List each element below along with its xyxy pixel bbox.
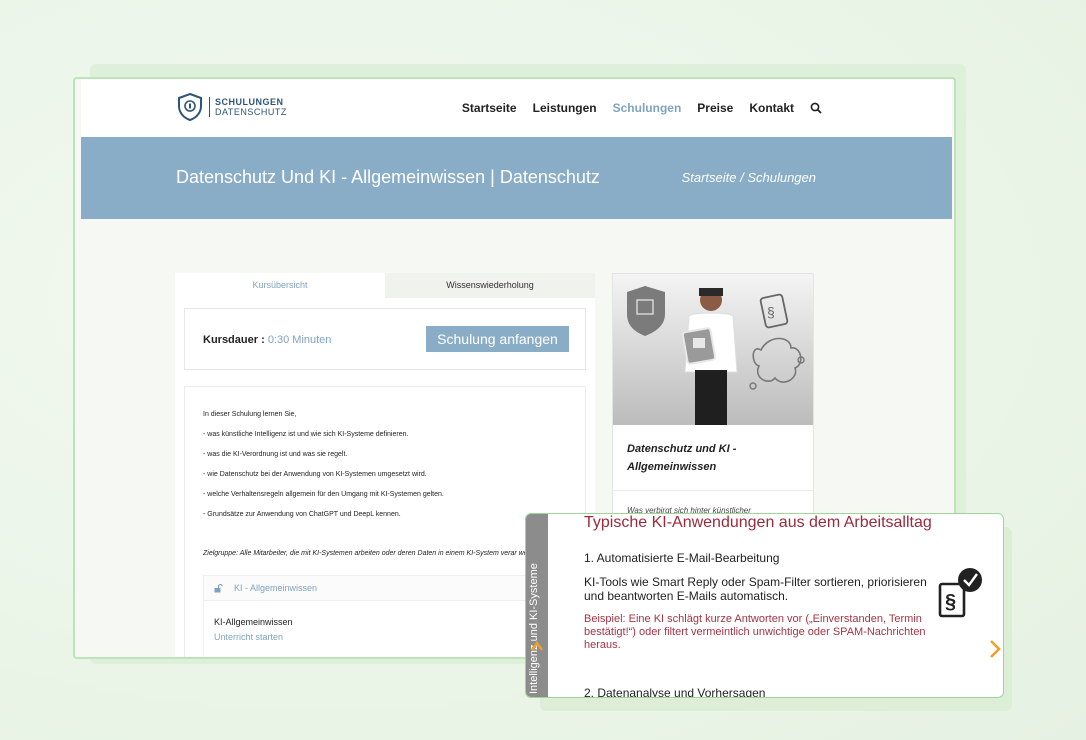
presentation-slide: Intelligenz und KI-Systeme Typische KI-A… — [525, 513, 1004, 698]
tab-wissenswiederholung[interactable]: Wissenswiederholung — [385, 273, 595, 298]
card-divider — [613, 490, 813, 491]
logo-line1: SCHULUNGEN — [215, 97, 284, 107]
nav-preise[interactable]: Preise — [697, 101, 733, 115]
slide-title: Typische KI-Anwendungen aus dem Arbeitsa… — [584, 514, 932, 531]
logo-wordmark: SCHULUNGEN DATENSCHUTZ — [209, 97, 287, 117]
slide-example: Beispiel: Eine KI schlägt kurze Antworte… — [584, 613, 926, 651]
module-title: KI - Allgemeinwissen — [234, 583, 318, 593]
nav-kontakt[interactable]: Kontakt — [749, 101, 794, 115]
site-header: SCHULUNGEN DATENSCHUTZ Startseite Leistu… — [81, 79, 952, 137]
description-intro: In dieser Schulung lernen Sie, — [203, 411, 297, 418]
nav-startseite[interactable]: Startseite — [462, 101, 517, 115]
page-title: Datenschutz Und KI - Allgemeinwissen | D… — [176, 167, 600, 187]
chevron-right-icon[interactable] — [988, 639, 1002, 659]
course-tabs: Kursübersicht Wissenswiederholung — [175, 273, 595, 298]
list-item: - welche Verhaltensregeln allgemein für … — [203, 491, 444, 498]
duration-value: 0:30 Minuten — [267, 334, 332, 346]
paragraph-check-icon: § — [938, 568, 982, 618]
start-lesson-link[interactable]: Unterricht starten — [214, 632, 283, 642]
course-image: § — [613, 274, 813, 425]
course-card-title[interactable]: Datenschutz und KI - Allgemeinwissen — [627, 440, 807, 476]
slide-heading-1: 1. Automatisierte E-Mail-Bearbeitung — [584, 551, 780, 565]
learning-goals-list: - was künstliche Intelligenz ist und wie… — [203, 431, 444, 531]
slide-side-bar: Intelligenz und KI-Systeme — [526, 514, 548, 697]
duration-label: Kursdauer : — [203, 334, 265, 346]
svg-text:§: § — [945, 591, 956, 613]
nav-schulungen[interactable]: Schulungen — [613, 101, 682, 115]
list-item: - wie Datenschutz bei der Anwendung von … — [203, 471, 427, 478]
breadcrumb[interactable]: Startseite / Schulungen — [682, 170, 816, 185]
list-item: - was künstliche Intelligenz ist und wie… — [203, 431, 409, 438]
lesson-title: KI-Allgemeinwissen — [214, 617, 293, 627]
nav-leistungen[interactable]: Leistungen — [533, 101, 597, 115]
slide-side-label: Intelligenz und KI-Systeme — [528, 563, 540, 694]
shield-icon — [178, 93, 202, 121]
search-icon[interactable] — [810, 102, 822, 114]
slide-paragraph: KI-Tools wie Smart Reply oder Spam-Filte… — [584, 575, 927, 603]
list-item: - was die KI-Verordnung ist und was sie … — [203, 451, 348, 458]
logo-line2: DATENSCHUTZ — [215, 107, 287, 117]
chevron-up-icon[interactable] — [530, 640, 544, 652]
unlock-icon — [214, 584, 223, 593]
slide-heading-2: 2. Datenanalyse und Vorhersagen — [584, 686, 766, 698]
course-duration-box: Kursdauer : 0:30 Minuten Schulung anfang… — [184, 308, 586, 370]
site-logo[interactable]: SCHULUNGEN DATENSCHUTZ — [177, 93, 287, 121]
main-nav: Startseite Leistungen Schulungen Preise … — [462, 101, 822, 115]
start-course-button[interactable]: Schulung anfangen — [426, 326, 569, 352]
page-hero: Datenschutz Und KI - Allgemeinwissen | D… — [81, 137, 952, 219]
tab-kursuebersicht[interactable]: Kursübersicht — [175, 273, 385, 298]
course-duration: Kursdauer : 0:30 Minuten — [203, 334, 331, 346]
list-item: - Grundsätze zur Anwendung von ChatGPT u… — [203, 511, 401, 518]
svg-text:§: § — [767, 304, 775, 320]
